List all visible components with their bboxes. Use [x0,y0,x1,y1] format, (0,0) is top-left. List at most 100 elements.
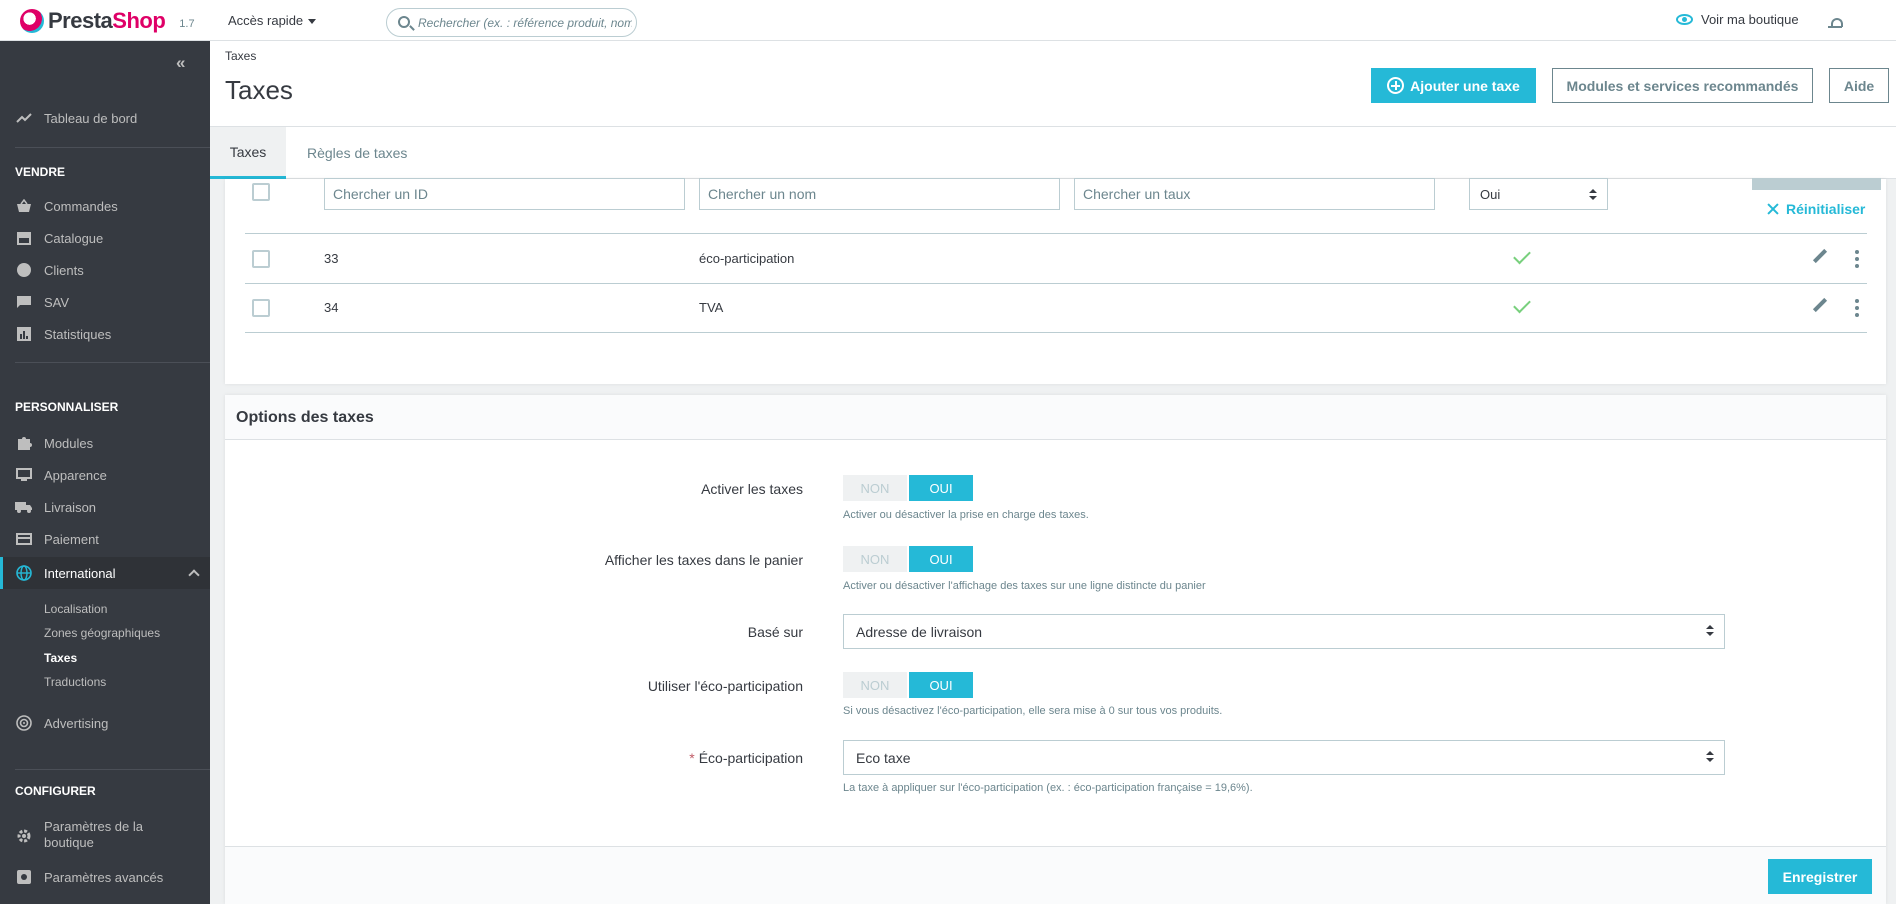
search-box [386,8,637,37]
use-eco-tax-label: Utiliser l'éco-participation [647,678,803,694]
sidebar-item-label: SAV [44,294,70,310]
edit-pencil-icon[interactable] [1813,249,1827,263]
eco-tax-help: La taxe à appliquer sur l'éco-participat… [843,782,1253,794]
tab-bar: Taxes Règles de taxes [210,127,1896,179]
collapse-sidebar-icon[interactable]: « [176,53,185,73]
check-icon[interactable] [1513,295,1531,314]
add-tax-button[interactable]: Ajouter une taxe [1371,68,1536,103]
caret-down-icon [308,19,317,25]
switch-on-option[interactable]: OUI [909,546,973,572]
help-button[interactable]: Aide [1829,68,1889,103]
reset-label: Réinitialiser [1786,201,1866,217]
check-icon[interactable] [1513,246,1531,265]
based-on-label: Basé sur [747,624,803,640]
table-row[interactable]: 34 TVA [245,284,1867,333]
search-icon[interactable] [398,16,410,28]
sidebar-heading-customize: PERSONNALISER [15,400,119,414]
sidebar-item-label: Paramètres avancés [44,869,164,885]
tax-id: 33 [324,251,339,266]
sidebar-item-customers[interactable]: Clients [0,256,210,284]
select-arrows-icon [1706,751,1714,763]
filter-rate-input[interactable] [1074,178,1435,210]
tax-options-footer: Enregistrer [225,846,1886,904]
row-checkbox[interactable] [252,299,270,317]
sidebar-item-label: Apparence [44,467,107,483]
prestashop-logo-icon [20,9,44,33]
filter-name-input[interactable] [699,178,1060,210]
search-input[interactable] [418,13,632,33]
save-button[interactable]: Enregistrer [1768,859,1872,894]
select-all-checkbox[interactable] [252,183,270,201]
sidebar-item-customer-service[interactable]: SAV [0,288,210,316]
sidebar-sub-taxes[interactable]: Taxes [44,651,77,665]
sidebar-sub-localization[interactable]: Localisation [44,602,107,616]
switch-off-option[interactable]: NON [843,672,907,698]
tab-taxes[interactable]: Taxes [210,127,286,179]
sidebar-item-label: Advertising [44,715,109,731]
more-vertical-icon[interactable] [1855,299,1859,317]
sidebar-item-orders[interactable]: Commandes [0,192,210,220]
sidebar-divider [15,147,210,148]
tax-options-card: Options des taxes Activer les taxes NON … [225,395,1886,904]
breadcrumb[interactable]: Taxes [225,49,256,63]
switch-on-option[interactable]: OUI [909,672,973,698]
logo[interactable]: PrestaShop 1.7 [20,8,195,34]
tax-name: TVA [699,300,724,315]
sidebar-item-payment[interactable]: Paiement [0,525,210,553]
switch-off-option[interactable]: NON [843,475,907,501]
filter-enabled-select[interactable]: Oui [1469,178,1608,210]
page-title: Taxes [225,75,293,105]
sidebar-sub-zones[interactable]: Zones géographiques [44,626,160,640]
target-icon [15,715,33,731]
based-on-select[interactable]: Adresse de livraison [843,614,1725,649]
sidebar-item-shop-parameters[interactable]: Paramètres de la boutique [0,819,210,853]
eco-tax-select[interactable]: Eco taxe [843,740,1725,775]
more-vertical-icon[interactable] [1855,250,1859,268]
switch-on-option[interactable]: OUI [909,475,973,501]
reset-filters-link[interactable]: Réinitialiser [1767,201,1865,217]
notifications-icon[interactable] [1828,16,1843,28]
edit-pencil-icon[interactable] [1813,298,1827,312]
sidebar-item-label: Paramètres de la boutique [44,819,143,850]
sidebar-item-modules[interactable]: Modules [0,429,210,457]
filter-enabled-value: Oui [1480,186,1501,202]
sidebar-item-advanced-parameters[interactable]: Paramètres avancés [0,863,210,891]
enable-taxes-switch[interactable]: NON OUI [843,475,973,501]
cog-box-icon [15,869,33,885]
display-taxes-cart-switch[interactable]: NON OUI [843,546,973,572]
enable-taxes-label: Activer les taxes [701,481,803,497]
tab-tax-rules[interactable]: Règles de taxes [307,127,407,179]
table-row[interactable]: 33 éco-participation [245,235,1867,284]
tax-name: éco-participation [699,251,795,266]
quick-access-dropdown[interactable]: Accès rapide [228,13,317,28]
add-tax-label: Ajouter une taxe [1410,77,1520,94]
filter-search-button[interactable] [1752,178,1881,190]
sidebar-item-dashboard[interactable]: Tableau de bord [0,104,210,132]
sidebar-sub-translations[interactable]: Traductions [44,675,106,689]
sidebar-item-label: Tableau de bord [44,110,138,126]
view-shop-link[interactable]: Voir ma boutique [1676,12,1799,27]
recommended-modules-button[interactable]: Modules et services recommandés [1552,68,1813,103]
sidebar-item-label: Paiement [44,531,99,547]
tax-options-title: Options des taxes [236,409,374,426]
required-mark: * [689,750,695,766]
row-checkbox[interactable] [252,250,270,268]
bar-chart-icon [15,326,33,342]
switch-off-option[interactable]: NON [843,546,907,572]
plus-circle-icon [1387,77,1405,94]
use-eco-tax-switch[interactable]: NON OUI [843,672,973,698]
sidebar-item-label: Catalogue [44,230,104,246]
sidebar-item-stats[interactable]: Statistiques [0,320,210,348]
sidebar-item-advertising[interactable]: Advertising [0,709,210,737]
sidebar-item-label: Statistiques [44,326,112,342]
sidebar-item-label: International [44,565,116,581]
quick-access-label: Accès rapide [228,13,304,28]
page-header: Taxes Taxes Ajouter une taxe Modules et … [210,41,1896,127]
sidebar-item-shipping[interactable]: Livraison [0,493,210,521]
sidebar-item-appearance[interactable]: Apparence [0,461,210,489]
select-arrows-icon [1589,189,1597,201]
tax-options-header: Options des taxes [225,395,1886,440]
sidebar-item-catalog[interactable]: Catalogue [0,224,210,252]
sidebar-item-international[interactable]: International [0,557,210,589]
filter-id-input[interactable] [324,178,685,210]
